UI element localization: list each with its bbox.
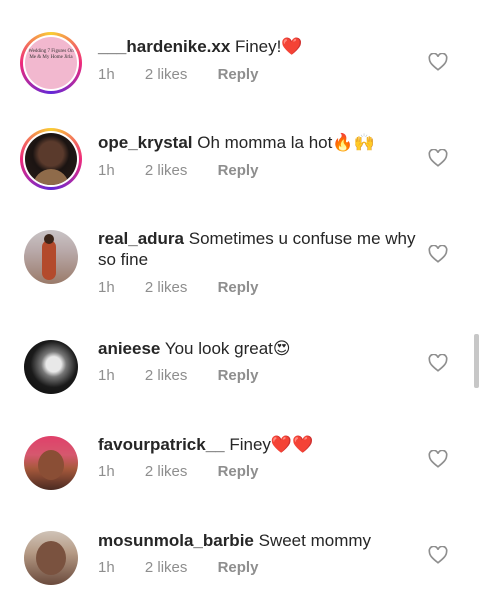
- comment-username[interactable]: ope_krystal: [98, 133, 193, 152]
- comment-likes[interactable]: 2 likes: [145, 66, 188, 83]
- heart-icon[interactable]: [428, 450, 448, 468]
- heart-icon[interactable]: [428, 53, 448, 71]
- comment-text: Sweet mommy: [258, 531, 372, 550]
- avatar-image: Wedding 7 Figures On Me & My Home Jirla: [25, 37, 77, 89]
- comment-text: Finey❤️❤️: [229, 435, 314, 454]
- reply-button[interactable]: Reply: [218, 463, 259, 480]
- comment-time: 1h: [98, 559, 115, 576]
- heart-icon[interactable]: [428, 245, 448, 263]
- comment-text: Oh momma la hot🔥🙌: [197, 133, 375, 152]
- reply-button[interactable]: Reply: [218, 162, 259, 179]
- comment-username[interactable]: favourpatrick__: [98, 435, 225, 454]
- avatar[interactable]: [24, 436, 78, 490]
- comment-likes[interactable]: 2 likes: [145, 279, 188, 296]
- comment-time: 1h: [98, 463, 115, 480]
- comment-text: You look great😍: [164, 339, 291, 358]
- avatar[interactable]: [24, 340, 78, 394]
- reply-button[interactable]: Reply: [218, 367, 259, 384]
- comment-time: 1h: [98, 66, 115, 83]
- comment-likes[interactable]: 2 likes: [145, 559, 188, 576]
- comment-username[interactable]: ___hardenike.xx: [98, 37, 230, 56]
- avatar[interactable]: [24, 531, 78, 585]
- comment-username[interactable]: mosunmola_barbie: [98, 531, 254, 550]
- comment-time: 1h: [98, 162, 115, 179]
- heart-icon[interactable]: [428, 546, 448, 564]
- comment-text: Finey!❤️: [235, 37, 303, 56]
- comment-likes[interactable]: 2 likes: [145, 367, 188, 384]
- reply-button[interactable]: Reply: [218, 279, 259, 296]
- avatar[interactable]: [24, 230, 78, 284]
- comment-username[interactable]: real_adura: [98, 229, 184, 248]
- comment-likes[interactable]: 2 likes: [145, 463, 188, 480]
- reply-button[interactable]: Reply: [218, 559, 259, 576]
- heart-icon[interactable]: [428, 149, 448, 167]
- reply-button[interactable]: Reply: [218, 66, 259, 83]
- comment-likes[interactable]: 2 likes: [145, 162, 188, 179]
- comment-time: 1h: [98, 367, 115, 384]
- avatar[interactable]: [20, 128, 82, 190]
- avatar[interactable]: Wedding 7 Figures On Me & My Home Jirla: [20, 32, 82, 94]
- comment-time: 1h: [98, 279, 115, 296]
- scrollbar[interactable]: [474, 334, 479, 388]
- heart-icon[interactable]: [428, 354, 448, 372]
- comment-username[interactable]: anieese: [98, 339, 160, 358]
